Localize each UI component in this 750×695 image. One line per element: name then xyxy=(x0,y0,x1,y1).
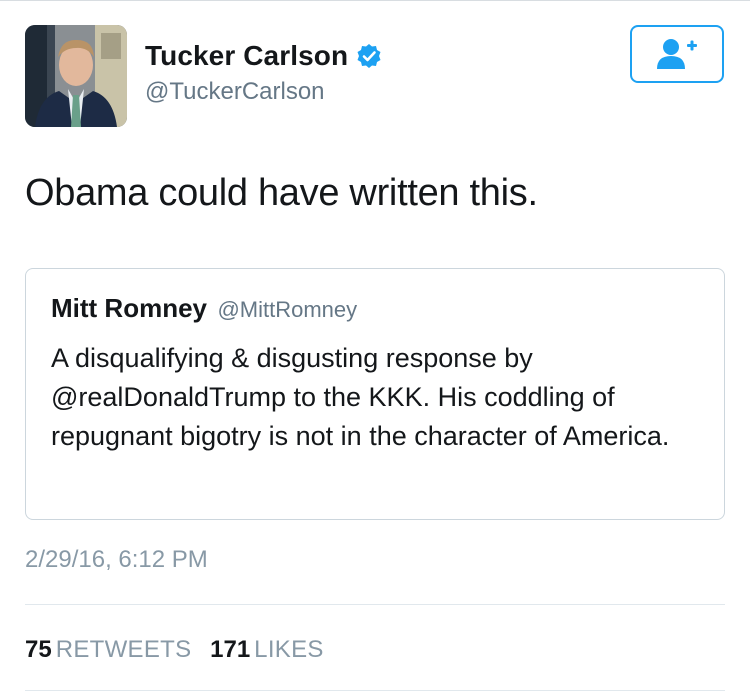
stats-divider-top xyxy=(25,604,725,605)
retweets-count: 75 xyxy=(25,636,52,663)
quoted-tweet-header: Mitt Romney @MittRomney xyxy=(51,293,357,324)
tweet-stats: 75 RETWEETS 171 LIKES xyxy=(25,636,324,664)
tweet-timestamp[interactable]: 2/29/16, 6:12 PM xyxy=(25,546,208,574)
retweets-label: RETWEETS xyxy=(55,636,192,663)
tweet-text: Obama could have written this. xyxy=(25,172,538,214)
author-handle[interactable]: @TuckerCarlson xyxy=(145,78,325,106)
top-divider xyxy=(0,0,750,1)
stats-divider-bottom xyxy=(25,690,725,691)
author-name-row: Tucker Carlson xyxy=(145,40,382,72)
follow-button[interactable] xyxy=(630,25,724,83)
quoted-author-name: Mitt Romney xyxy=(51,293,207,323)
quoted-tweet-text: A disqualifying & disgusting response by… xyxy=(51,343,670,451)
likes-label: LIKES xyxy=(254,636,324,663)
quoted-tweet-card[interactable]: Mitt Romney @MittRomney A disqualifying … xyxy=(25,268,725,520)
quoted-author-handle: @MittRomney xyxy=(217,297,358,322)
author-display-name[interactable]: Tucker Carlson xyxy=(145,40,348,72)
avatar[interactable] xyxy=(25,25,127,127)
likes-stat[interactable]: 171 LIKES xyxy=(210,636,324,663)
follow-user-plus-icon xyxy=(657,39,697,69)
avatar-portrait-icon xyxy=(25,25,127,127)
likes-count: 171 xyxy=(210,636,251,663)
verified-badge-icon xyxy=(356,43,382,69)
retweets-stat[interactable]: 75 RETWEETS xyxy=(25,636,191,663)
